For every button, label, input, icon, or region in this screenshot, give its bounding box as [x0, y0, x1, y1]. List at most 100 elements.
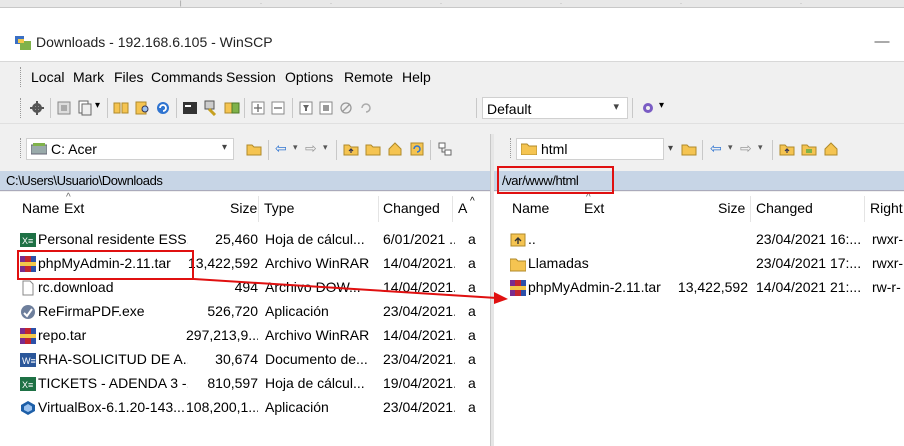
chevron-down-icon[interactable]: ▾ — [659, 100, 664, 111]
collapse-icon[interactable] — [270, 100, 286, 116]
compare-directories-icon[interactable] — [113, 100, 129, 116]
menu-help[interactable]: Help — [402, 69, 431, 85]
toolbar-grip[interactable] — [20, 138, 23, 158]
file-size: 13,422,592 — [677, 279, 748, 295]
file-icon — [22, 280, 34, 296]
column-header-size[interactable]: Size — [230, 200, 257, 216]
home-icon[interactable] — [823, 141, 839, 157]
table-row[interactable]: VirtualBox-6.1.20-143... 108,200,1... Ap… — [0, 396, 490, 418]
toolbar-separator — [292, 98, 293, 118]
table-row[interactable]: X≡ TICKETS - ADENDA 3 -... 810,597 Hoja … — [0, 372, 490, 394]
column-divider[interactable] — [864, 196, 865, 222]
refresh-icon[interactable] — [155, 100, 171, 116]
exe-icon — [21, 305, 35, 319]
column-header-ext[interactable]: Ext — [64, 200, 84, 216]
word-icon: W≡ — [20, 353, 36, 367]
root-directory-icon[interactable] — [801, 141, 817, 157]
file-changed: 14/04/2021... — [383, 327, 455, 343]
column-divider[interactable] — [258, 196, 259, 222]
local-file-list[interactable]: ^ Name Ext Size Type Changed A ^ X≡ Pers… — [0, 192, 490, 446]
file-size: 13,422,592 — [187, 255, 258, 271]
refresh-icon[interactable] — [409, 141, 425, 157]
file-changed: 14/04/2021... — [383, 255, 455, 271]
table-row[interactable]: repo.tar 297,213,9... Archivo WinRAR 14/… — [0, 324, 490, 346]
reload-disabled-icon[interactable] — [358, 100, 374, 116]
clear-selection-icon[interactable] — [338, 100, 354, 116]
chevron-down-icon[interactable]: ▾ — [758, 142, 763, 153]
column-header-type[interactable]: Type — [264, 200, 294, 216]
column-divider[interactable] — [452, 196, 453, 222]
file-type: Hoja de cálcul... — [265, 231, 365, 247]
column-header-rights[interactable]: Right — [870, 200, 903, 216]
forward-icon[interactable]: ⇨ — [740, 140, 752, 157]
minimize-button[interactable]: — — [868, 33, 896, 53]
root-directory-icon[interactable] — [365, 141, 381, 157]
terminal-icon[interactable] — [182, 100, 198, 116]
table-row[interactable]: .. 23/04/2021 16:... rwxr- — [494, 228, 904, 250]
menu-options[interactable]: Options — [285, 69, 333, 85]
local-path-bar[interactable]: C:\Users\Usuario\Downloads — [0, 171, 490, 191]
home-icon[interactable] — [387, 141, 403, 157]
winrar-icon — [20, 328, 36, 344]
select-filter-icon[interactable] — [298, 100, 314, 116]
menu-mark[interactable]: Mark — [73, 69, 104, 85]
invert-selection-icon[interactable] — [318, 100, 334, 116]
menu-local[interactable]: Local — [31, 69, 64, 85]
open-directory-icon[interactable] — [681, 141, 697, 157]
column-header-size[interactable]: Size — [718, 200, 745, 216]
gear-icon[interactable] — [29, 100, 45, 116]
queue-icon[interactable] — [56, 100, 72, 116]
table-row[interactable]: X≡ Personal residente ESS... 25,460 Hoja… — [0, 228, 490, 250]
column-header-ext[interactable]: Ext — [584, 200, 604, 216]
menu-session[interactable]: Session — [226, 69, 276, 85]
column-header-attr[interactable]: A — [458, 200, 467, 216]
find-files-icon[interactable] — [134, 100, 150, 116]
table-row[interactable]: W≡ RHA-SOLICITUD DE A... 30,674 Document… — [0, 348, 490, 370]
transfer-settings-icon[interactable] — [640, 100, 656, 116]
remote-file-list[interactable]: ^ Name Ext Size Changed Right .. 23/04/2… — [494, 192, 904, 446]
column-header-name[interactable]: Name — [512, 200, 549, 216]
table-row[interactable]: phpMyAdmin-2.11.tar 13,422,592 14/04/202… — [494, 276, 904, 298]
chevron-down-icon[interactable]: ▾ — [728, 142, 733, 153]
table-row[interactable]: ReFirmaPDF.exe 526,720 Aplicación 23/04/… — [0, 300, 490, 322]
column-header-changed[interactable]: Changed — [756, 200, 813, 216]
forward-icon[interactable]: ⇨ — [305, 140, 317, 157]
menu-remote[interactable]: Remote — [344, 69, 393, 85]
back-icon[interactable]: ⇦ — [275, 140, 287, 157]
menu-commands[interactable]: Commands — [151, 69, 223, 85]
synchronize-icon[interactable] — [76, 100, 92, 116]
file-changed: 6/01/2021 ... — [383, 231, 455, 247]
chevron-down-icon[interactable]: ▾ — [668, 143, 673, 154]
toolbar-grip[interactable] — [20, 67, 23, 87]
parent-directory-icon[interactable] — [343, 141, 359, 157]
menu-files[interactable]: Files — [114, 69, 144, 85]
chevron-down-icon[interactable]: ▾ — [95, 100, 100, 111]
scroll-up-icon[interactable]: ^ — [470, 196, 475, 207]
ruler-strip: | · · · · · · — [0, 0, 904, 8]
folder-icon — [510, 258, 526, 272]
expand-icon[interactable] — [250, 100, 266, 116]
chevron-down-icon[interactable]: ▾ — [323, 142, 328, 153]
column-header-changed[interactable]: Changed — [383, 200, 440, 216]
column-divider[interactable] — [750, 196, 751, 222]
file-size: 30,674 — [215, 351, 258, 367]
highlight-box-remote-path — [497, 166, 614, 194]
parent-directory-icon[interactable] — [779, 141, 795, 157]
open-directory-icon[interactable] — [246, 141, 262, 157]
chevron-down-icon[interactable]: ▾ — [293, 142, 298, 153]
local-drive-select[interactable]: C: Acer ▾ — [26, 138, 234, 160]
back-icon[interactable]: ⇦ — [710, 140, 722, 157]
table-row[interactable]: Llamadas 23/04/2021 17:... rwxr- — [494, 252, 904, 274]
keep-up-to-date-icon[interactable] — [224, 100, 240, 116]
toolbar-grip[interactable] — [20, 98, 23, 118]
remote-directory-select[interactable]: html — [516, 138, 664, 160]
toolbar-grip[interactable] — [510, 138, 513, 158]
transfer-preset-select[interactable]: Default ▾ — [482, 97, 628, 119]
column-divider[interactable] — [378, 196, 379, 222]
column-header-name[interactable]: Name — [22, 200, 59, 216]
find-icon[interactable] — [437, 141, 453, 157]
file-name: TICKETS - ADENDA 3 -... — [38, 375, 188, 391]
putty-icon[interactable] — [203, 100, 219, 116]
file-name: ReFirmaPDF.exe — [38, 303, 145, 319]
toolbar-separator — [176, 98, 177, 118]
